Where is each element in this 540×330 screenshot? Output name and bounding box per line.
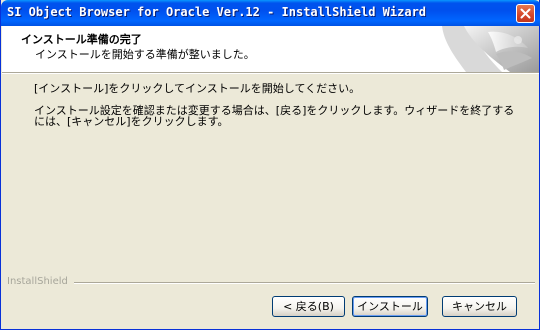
install-computer-graphic	[442, 26, 539, 72]
footer-brand-row: InstallShield	[2, 276, 539, 290]
instruction-line-1: [インストール]をクリックしてインストールを開始してください。	[34, 82, 361, 95]
install-button[interactable]: インストール	[352, 296, 428, 317]
back-button[interactable]: < 戻る(B)	[272, 296, 345, 317]
cancel-button[interactable]: キャンセル	[442, 296, 517, 317]
close-button[interactable]	[516, 4, 535, 23]
installshield-wizard-window: SI Object Browser for Oracle Ver.12 - In…	[0, 0, 540, 330]
title-bar[interactable]: SI Object Browser for Oracle Ver.12 - In…	[1, 0, 540, 26]
wizard-header: インストール準備の完了 インストールを開始する準備が整いました。	[2, 26, 539, 72]
window-title: SI Object Browser for Oracle Ver.12 - In…	[7, 5, 427, 19]
close-icon	[520, 8, 531, 19]
header-title: インストール準備の完了	[21, 33, 142, 46]
header-subtitle: インストールを開始する準備が整いました。	[35, 48, 255, 61]
instruction-line-2: インストール設定を確認または変更する場合は、[戻る]をクリックします。ウィザード…	[34, 104, 515, 128]
header-separator	[2, 72, 539, 74]
footer-separator	[74, 282, 535, 284]
installshield-brand: InstallShield	[7, 276, 68, 287]
